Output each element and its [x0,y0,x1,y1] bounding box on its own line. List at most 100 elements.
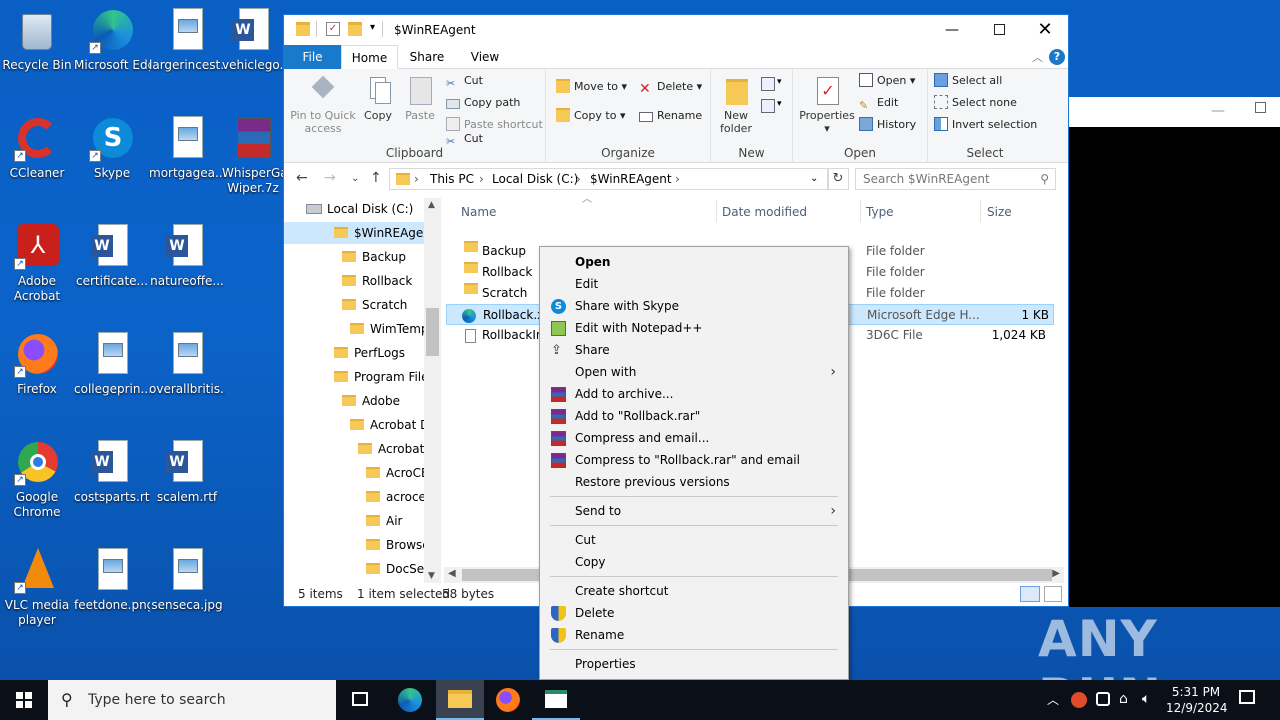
open-button[interactable]: Open ▾ [859,71,915,91]
up-arrow-icon[interactable]: ↑ [370,170,382,186]
tree-item-rollback[interactable]: Rollback [342,270,412,292]
large-icons-view-icon[interactable] [1044,586,1062,602]
tree-item-perflogs[interactable]: PerfLogs [334,342,405,364]
cut-row[interactable]: ✂ Cut [446,71,483,91]
tree-item-program-files[interactable]: Program Files [334,366,435,388]
scroll-up-icon[interactable]: ▲ [428,200,435,210]
volume-icon[interactable]: 🔈︎ [1142,691,1150,707]
network-icon[interactable]: ⌂ [1119,691,1128,707]
start-button[interactable] [0,680,48,720]
collapse-ribbon-icon[interactable]: ︿ [1032,49,1043,65]
background-window[interactable]: — [1069,97,1280,607]
menu-item-delete[interactable]: Delete [540,602,848,624]
properties-quick-icon[interactable]: ✓ [326,22,340,36]
desktop-icon-certificate[interactable]: W certificate... [74,224,150,289]
menu-item-edit-with-notepadpp[interactable]: Edit with Notepad++ [540,317,848,339]
copy-path-button[interactable]: Copy path [446,93,520,113]
clock[interactable]: 5:31 PM 12/9/2024 [1166,684,1228,716]
copy-to-button[interactable]: Copy to ▾ [556,106,625,126]
column-type[interactable]: Type [866,202,894,222]
menu-item-properties[interactable]: Properties [540,653,848,675]
details-view-icon[interactable] [1020,586,1040,602]
refresh-icon[interactable]: ↻ [827,168,849,190]
menu-item-share[interactable]: ⇪ Share [540,339,848,361]
device-tray-icon[interactable] [1096,692,1110,706]
tree-item-acrobat[interactable]: Acrobat [358,438,424,460]
new-folder-quick-icon[interactable] [348,22,362,36]
select-all-button[interactable]: Select all [934,71,1002,91]
ccleaner-tray-icon[interactable] [1071,692,1087,708]
paste-button[interactable]: Paste [400,75,440,122]
address-bar[interactable]: › This PC › Local Disk (C:) › $WinREAgen… [389,168,829,190]
breadcrumb-local-disk[interactable]: Local Disk (C:) [492,172,578,186]
menu-item-rename[interactable]: Rename [540,624,848,646]
scroll-left-icon[interactable]: ◀ [448,568,456,579]
breadcrumb-winreagent[interactable]: $WinREAgent [590,172,672,186]
menu-item-open[interactable]: Open [540,251,848,273]
desktop-icon-overallbritis[interactable]: overallbritis... [149,332,225,397]
rename-button[interactable]: Rename [639,106,702,126]
taskbar-edge[interactable] [386,680,434,720]
minimize-icon[interactable]: — [1211,103,1225,119]
menu-item-restore-previous-versions[interactable]: Restore previous versions [540,471,848,493]
menu-item-share-with-skype[interactable]: S Share with Skype [540,295,848,317]
menu-item-add-to-rollback-rar[interactable]: Add to "Rollback.rar" [540,405,848,427]
task-view-button[interactable] [336,680,384,720]
tree-item-acrocef[interactable]: acrocef [366,486,430,508]
desktop-icon-vlc[interactable]: ↗ VLC media player [0,548,75,628]
breadcrumb-this-pc[interactable]: This PC [430,172,474,186]
taskbar-app-window[interactable] [532,680,580,720]
menu-item-compress-to-rar-and-email[interactable]: Compress to "Rollback.rar" and email [540,449,848,471]
desktop-icon-costsparts[interactable]: W costsparts.rtf [74,440,150,505]
new-item-icon[interactable] [761,77,775,91]
paste-shortcut-button[interactable]: Paste shortcut [446,115,543,135]
desktop-icon-vehiclego[interactable]: W vehiclego... [222,8,284,73]
desktop-icon-whispergame[interactable]: WhisperGa Wiper.7z [222,116,284,196]
easy-access-icon[interactable] [761,99,775,113]
navigation-scrollbar[interactable]: ▲ ▼ [424,198,441,583]
back-arrow-icon[interactable]: ← [296,170,308,186]
forward-arrow-icon[interactable]: → [324,170,336,186]
tree-item-browse[interactable]: Browse [366,534,430,556]
maximize-button[interactable] [976,15,1022,45]
tree-item-docset[interactable]: DocSet [366,558,429,580]
tree-item-local-disk[interactable]: Local Disk (C:) [306,198,413,220]
edit-button[interactable]: ✎ Edit [859,93,898,113]
scroll-right-icon[interactable]: ▶ [1052,568,1060,579]
history-button[interactable]: History [859,115,916,135]
chevron-down-icon[interactable]: ▾ [777,99,782,109]
desktop-icon-ccleaner[interactable]: ↗ CCleaner [0,116,75,181]
taskbar-search-input[interactable]: ⚲ Type here to search [48,680,336,720]
tab-file[interactable]: File [284,45,341,69]
taskbar-firefox[interactable] [484,680,532,720]
chevron-down-icon[interactable]: ▾ [370,22,375,33]
menu-item-create-shortcut[interactable]: Create shortcut [540,580,848,602]
menu-item-open-with[interactable]: Open with › [540,361,848,383]
desktop-icon-edge[interactable]: ↗ Microsoft Edge [74,8,150,73]
scrollbar-thumb[interactable] [426,308,439,356]
desktop-icon-natureoffe[interactable]: W natureoffe... [149,224,225,289]
close-button[interactable]: ✕ [1022,15,1068,45]
minimize-button[interactable]: — [929,15,975,45]
tab-share[interactable]: Share [398,45,456,69]
tree-item-air[interactable]: Air [366,510,402,532]
tree-item-scratch[interactable]: Scratch [342,294,407,316]
pin-to-quick-access-button[interactable]: Pin to Quick access [290,75,356,135]
tab-home[interactable]: Home [341,45,398,69]
desktop-icon-firefox[interactable]: ↗ Firefox [0,332,75,397]
select-none-button[interactable]: Select none [934,93,1017,113]
scroll-down-icon[interactable]: ▼ [428,571,435,581]
column-date-modified[interactable]: Date modified [722,202,807,222]
tree-item-adobe[interactable]: Adobe [342,390,400,412]
menu-item-send-to[interactable]: Send to › [540,500,848,522]
column-name[interactable]: Name [461,202,496,222]
tree-item-backup[interactable]: Backup [342,246,406,268]
desktop-icon-feetdone[interactable]: feetdone.png [74,548,150,613]
desktop-icon-recycle-bin[interactable]: Recycle Bin [0,8,75,73]
move-to-button[interactable]: Move to ▾ [556,77,627,97]
taskbar-file-explorer[interactable] [436,680,484,720]
menu-item-cut[interactable]: Cut [540,529,848,551]
desktop-icon-mortgagea[interactable]: mortgagea... [149,116,225,181]
desktop-icon-chrome[interactable]: ↗ Google Chrome [0,440,75,520]
desktop-icon-scalem[interactable]: W scalem.rtf [149,440,225,505]
